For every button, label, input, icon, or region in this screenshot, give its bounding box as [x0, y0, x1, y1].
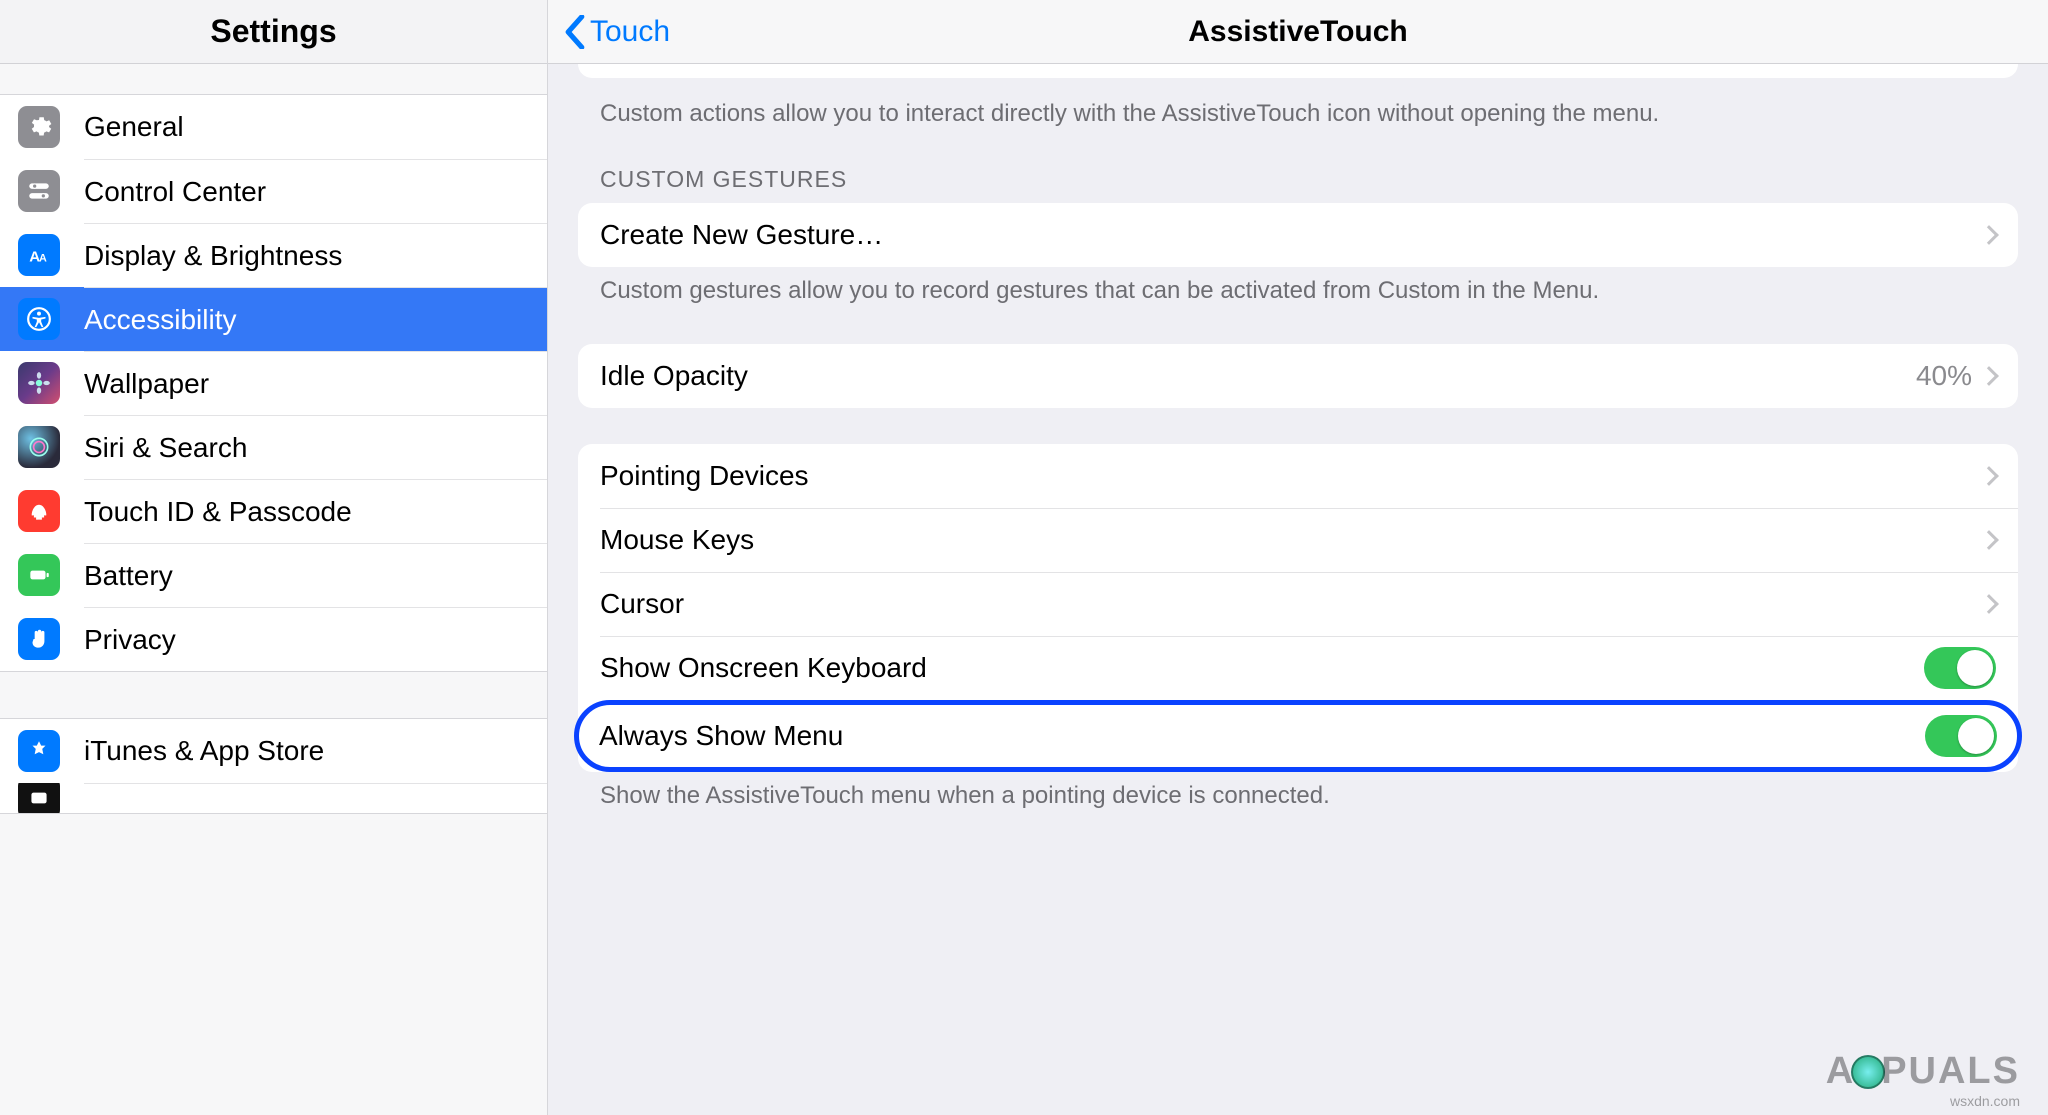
sidebar-item-battery[interactable]: Battery [0, 543, 547, 607]
sidebar-header: Settings [0, 0, 547, 64]
sidebar-item-label: Touch ID & Passcode [84, 496, 547, 528]
sidebar-item-itunes-appstore[interactable]: iTunes & App Store [0, 719, 547, 783]
sidebar: Settings General Control Center AA Displ… [0, 0, 548, 1115]
sidebar-item-touchid-passcode[interactable]: Touch ID & Passcode [0, 479, 547, 543]
row-label: Pointing Devices [600, 460, 1982, 492]
detail-header: Touch AssistiveTouch [548, 0, 2048, 64]
gear-icon [18, 106, 60, 148]
switches-icon [18, 170, 60, 212]
sidebar-item-label: Control Center [84, 176, 547, 208]
sidebar-item-general[interactable]: General [0, 95, 547, 159]
sidebar-item-siri-search[interactable]: Siri & Search [0, 415, 547, 479]
sidebar-item-label: Siri & Search [84, 432, 547, 464]
watermark: APUALS wsxdn.com [1826, 1050, 2020, 1109]
row-label: Show Onscreen Keyboard [600, 652, 1924, 684]
custom-gestures-footer: Custom gestures allow you to record gest… [578, 267, 2018, 307]
watermark-logo: APUALS [1826, 1050, 2020, 1093]
back-label: Touch [590, 15, 670, 49]
sidebar-group-main: General Control Center AA Display & Brig… [0, 94, 547, 672]
row-idle-opacity[interactable]: Idle Opacity 40% [578, 344, 2018, 408]
sidebar-item-label: Privacy [84, 624, 547, 656]
wallet-icon [18, 783, 60, 813]
chevron-right-icon [1979, 366, 1999, 386]
row-label: Mouse Keys [600, 524, 1982, 556]
row-label: Cursor [600, 588, 1982, 620]
battery-icon [18, 554, 60, 596]
sidebar-group-store: iTunes & App Store [0, 718, 547, 814]
row-label: Create New Gesture… [600, 219, 1982, 251]
row-always-show-menu[interactable]: Always Show Menu [574, 700, 2022, 772]
watermark-site: wsxdn.com [1950, 1093, 2020, 1109]
sidebar-item-control-center[interactable]: Control Center [0, 159, 547, 223]
sidebar-item-label: iTunes & App Store [84, 735, 547, 767]
row-value: 40% [1916, 360, 1972, 392]
sidebar-item-label: Battery [84, 560, 547, 592]
switch-always-show-menu[interactable] [1925, 715, 1997, 757]
flower-icon [18, 362, 60, 404]
sidebar-title: Settings [210, 13, 336, 50]
siri-icon [18, 426, 60, 468]
appstore-icon [18, 730, 60, 772]
sidebar-item-privacy[interactable]: Privacy [0, 607, 547, 671]
row-cursor[interactable]: Cursor [578, 572, 2018, 636]
sidebar-item-label: General [84, 111, 547, 143]
hand-icon [18, 618, 60, 660]
switch-show-onscreen-keyboard[interactable] [1924, 647, 1996, 689]
row-pointing-devices[interactable]: Pointing Devices [578, 444, 2018, 508]
idle-opacity-card: Idle Opacity 40% [578, 344, 2018, 408]
chevron-right-icon [1979, 530, 1999, 550]
detail-body: Custom actions allow you to interact dir… [548, 64, 2048, 1115]
row-label: Idle Opacity [600, 360, 1916, 392]
row-mouse-keys[interactable]: Mouse Keys [578, 508, 2018, 572]
sidebar-item-display-brightness[interactable]: AA Display & Brightness [0, 223, 547, 287]
chevron-right-icon [1979, 225, 1999, 245]
settings-app: Settings General Control Center AA Displ… [0, 0, 2048, 1115]
row-show-onscreen-keyboard[interactable]: Show Onscreen Keyboard [578, 636, 2018, 700]
fingerprint-icon [18, 490, 60, 532]
sidebar-item-accessibility[interactable]: Accessibility [0, 287, 547, 351]
sidebar-item-label: Display & Brightness [84, 240, 547, 272]
chevron-right-icon [1979, 594, 1999, 614]
pointing-card: Pointing Devices Mouse Keys Cursor Show … [578, 444, 2018, 772]
chevron-right-icon [1979, 466, 1999, 486]
custom-actions-footer: Custom actions allow you to interact dir… [578, 90, 2018, 130]
chevron-left-icon [564, 15, 586, 49]
always-show-menu-footer: Show the AssistiveTouch menu when a poin… [578, 772, 2018, 812]
sidebar-item-wallpaper[interactable]: Wallpaper [0, 351, 547, 415]
back-button[interactable]: Touch [548, 15, 670, 49]
row-create-new-gesture[interactable]: Create New Gesture… [578, 203, 2018, 267]
svg-text:A: A [39, 253, 47, 265]
partial-card-bottom [578, 64, 2018, 78]
custom-gestures-header: CUSTOM GESTURES [578, 130, 2018, 203]
accessibility-icon [18, 298, 60, 340]
row-label: Always Show Menu [599, 720, 1925, 752]
detail-pane: Touch AssistiveTouch Custom actions allo… [548, 0, 2048, 1115]
text-size-icon: AA [18, 234, 60, 276]
sidebar-item-label: Wallpaper [84, 368, 547, 400]
sidebar-item-label: Accessibility [84, 304, 547, 336]
custom-gestures-card: Create New Gesture… [578, 203, 2018, 267]
detail-title: AssistiveTouch [548, 15, 2048, 49]
sidebar-item-wallet-partial[interactable] [0, 783, 547, 813]
